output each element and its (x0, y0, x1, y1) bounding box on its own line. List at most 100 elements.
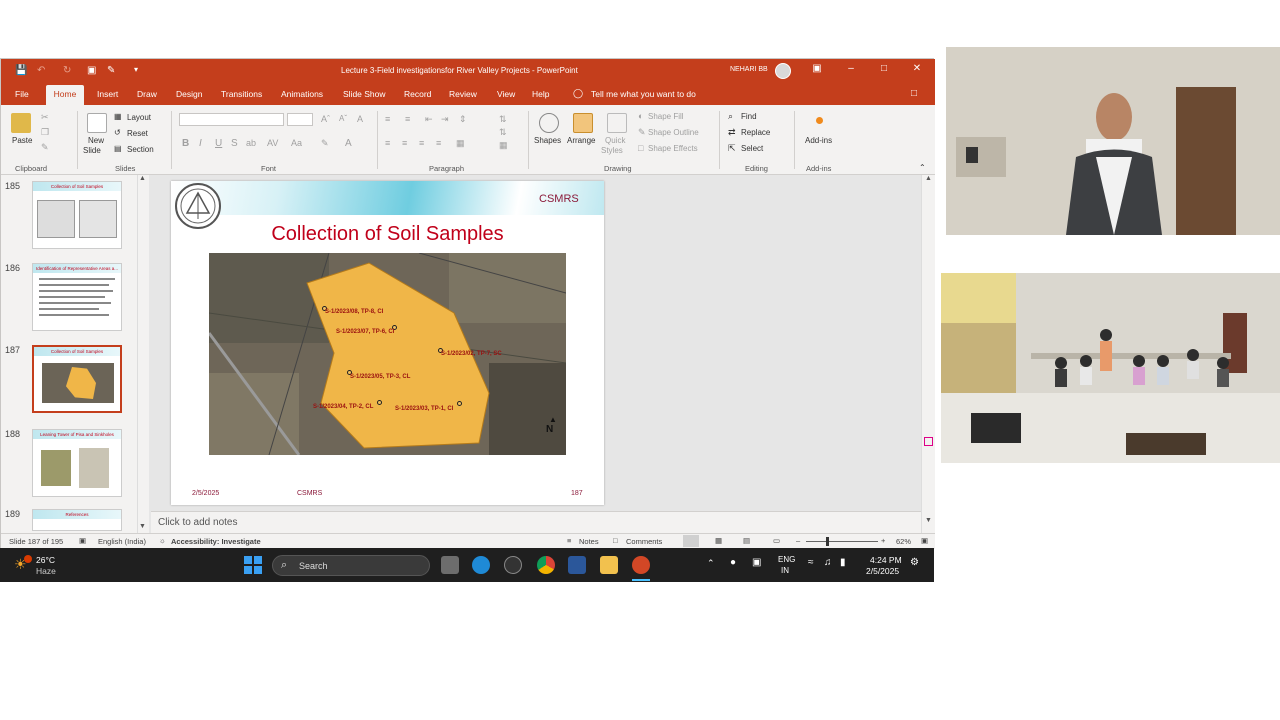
language-code-1[interactable]: ENG (778, 555, 795, 564)
scroll-thumb[interactable] (924, 437, 933, 446)
tab-insert[interactable]: Insert (97, 89, 118, 99)
tab-file[interactable]: File (15, 89, 29, 99)
shapes-icon[interactable] (539, 113, 559, 133)
section-button[interactable]: Section (127, 145, 154, 154)
tell-me-search[interactable]: Tell me what you want to do (591, 89, 696, 99)
bold-icon[interactable]: B (182, 138, 189, 149)
tab-review[interactable]: Review (449, 89, 477, 99)
slide-sorter-icon[interactable]: ▦ (715, 536, 722, 545)
reading-view-icon[interactable]: ▤ (743, 536, 750, 545)
weather-desc[interactable]: Haze (36, 566, 56, 576)
zoom-level[interactable]: 62% (896, 537, 911, 546)
tab-slide-show[interactable]: Slide Show (343, 89, 386, 99)
columns-icon[interactable]: ▦ (456, 138, 465, 149)
shape-outline-icon[interactable]: ✎ (638, 127, 646, 138)
keyboard-icon[interactable]: ▣ (752, 557, 761, 568)
arrange-icon[interactable] (573, 113, 593, 133)
numbering-icon[interactable]: ≡ (405, 114, 410, 124)
decrease-font-icon[interactable]: Aˇ (339, 114, 347, 123)
strikethrough-icon[interactable]: ab (246, 138, 256, 148)
notification-bell-icon[interactable]: ⚙ (910, 557, 919, 568)
tab-design[interactable]: Design (176, 89, 202, 99)
shapes-button[interactable]: Shapes (534, 136, 561, 145)
tab-home[interactable]: Home (46, 85, 84, 105)
align-left-icon[interactable]: ≡ (385, 138, 390, 148)
notes-button[interactable]: Notes (579, 537, 599, 546)
chevron-up-icon[interactable]: ⌃ (707, 558, 715, 569)
maximize-icon[interactable]: □ (874, 63, 894, 74)
char-spacing-icon[interactable]: AV (267, 138, 278, 148)
ribbon-display-icon[interactable]: ▣ (807, 63, 827, 74)
replace-button[interactable]: Replace (741, 128, 770, 137)
user-name[interactable]: NEHARI BB (730, 66, 768, 73)
add-ins-button[interactable]: Add-ins (805, 136, 832, 145)
font-name-input[interactable] (179, 113, 284, 126)
line-spacing-icon[interactable]: ⇕ (459, 114, 467, 125)
undo-icon[interactable]: ↶ (37, 65, 45, 76)
align-right-icon[interactable]: ≡ (419, 138, 424, 148)
app-icon[interactable] (504, 556, 522, 574)
slideshow-icon[interactable]: ▭ (773, 536, 780, 545)
quick-styles-label-2[interactable]: Styles (601, 146, 623, 155)
wifi-icon[interactable]: ≈ (808, 557, 814, 568)
underline-icon[interactable]: U (215, 138, 222, 149)
shape-effects-icon[interactable]: □ (638, 143, 643, 153)
avatar[interactable] (775, 63, 791, 79)
bullets-icon[interactable]: ≡ (385, 114, 390, 124)
format-painter-icon[interactable]: ✎ (41, 142, 49, 153)
tab-transitions[interactable]: Transitions (221, 89, 262, 99)
slide-thumbnail-187[interactable]: Collection of Soil Samples (32, 345, 122, 413)
align-text-icon[interactable]: ⇅ (499, 127, 507, 138)
battery-icon[interactable]: ▮ (840, 557, 846, 568)
slide-scrollbar[interactable]: ▲ ▼ (921, 175, 935, 533)
change-case-icon[interactable]: Aa (291, 138, 302, 148)
quick-styles-label-1[interactable]: Quick (605, 136, 625, 145)
layout-button[interactable]: Layout (127, 113, 151, 122)
weather-temp[interactable]: 26°C (36, 555, 55, 565)
notes-placeholder[interactable]: Click to add notes (158, 517, 238, 528)
zoom-out-icon[interactable]: – (796, 536, 800, 545)
comments-button[interactable]: Comments (626, 537, 662, 546)
chrome-icon[interactable] (537, 556, 555, 574)
zoom-in-icon[interactable]: + (881, 536, 885, 545)
minimize-icon[interactable]: – (841, 63, 861, 74)
quick-styles-icon[interactable] (607, 113, 627, 133)
present-icon[interactable]: ▣ (87, 65, 96, 76)
shape-fill-icon[interactable]: ◐ (638, 111, 643, 121)
clock-time[interactable]: 4:24 PM (870, 555, 902, 565)
normal-view-icon[interactable] (683, 535, 699, 547)
decrease-indent-icon[interactable]: ⇤ (425, 114, 433, 125)
file-explorer-icon[interactable] (600, 556, 618, 574)
italic-icon[interactable]: I (199, 138, 202, 149)
windows-start-icon[interactable] (244, 556, 262, 574)
scroll-up-icon[interactable]: ▲ (139, 175, 146, 182)
tab-animations[interactable]: Animations (281, 89, 323, 99)
select-icon[interactable]: ⇱ (728, 143, 736, 154)
task-view-icon[interactable] (441, 556, 459, 574)
increase-indent-icon[interactable]: ⇥ (441, 114, 449, 125)
add-ins-icon[interactable] (816, 117, 823, 124)
close-icon[interactable]: ✕ (907, 63, 927, 74)
font-color-icon[interactable]: A (345, 138, 352, 149)
slide-thumbnail-186[interactable]: Identification of Representative Areas a… (32, 263, 122, 331)
comments-icon[interactable]: □ (911, 88, 917, 99)
find-button[interactable]: Find (741, 112, 757, 121)
increase-font-icon[interactable]: Aˆ (321, 114, 330, 124)
volume-icon[interactable]: ♫ (824, 557, 832, 568)
notes-pane[interactable]: Click to add notes (151, 511, 921, 533)
new-slide-icon[interactable] (87, 113, 107, 133)
thumbnail-scrollbar[interactable]: ▲ ▼ (137, 175, 147, 533)
copy-icon[interactable]: ❐ (41, 127, 49, 138)
taskbar-search[interactable]: ⌕ Search (272, 555, 430, 576)
scroll-down-icon[interactable]: ▼ (139, 523, 146, 530)
spelling-icon[interactable]: ▣ (79, 536, 86, 545)
language-status[interactable]: English (India) (98, 537, 146, 546)
font-size-input[interactable] (287, 113, 313, 126)
paste-button[interactable]: Paste (12, 136, 32, 145)
redo-icon[interactable]: ↻ (63, 65, 71, 76)
slide-thumbnail-189[interactable]: References (32, 509, 122, 531)
autosave-icon[interactable]: 💾 (15, 65, 27, 76)
smartart-icon[interactable]: ▦ (499, 140, 508, 151)
shape-effects-button[interactable]: Shape Effects (648, 144, 698, 153)
scroll-down-icon[interactable]: ▼ (925, 517, 932, 524)
